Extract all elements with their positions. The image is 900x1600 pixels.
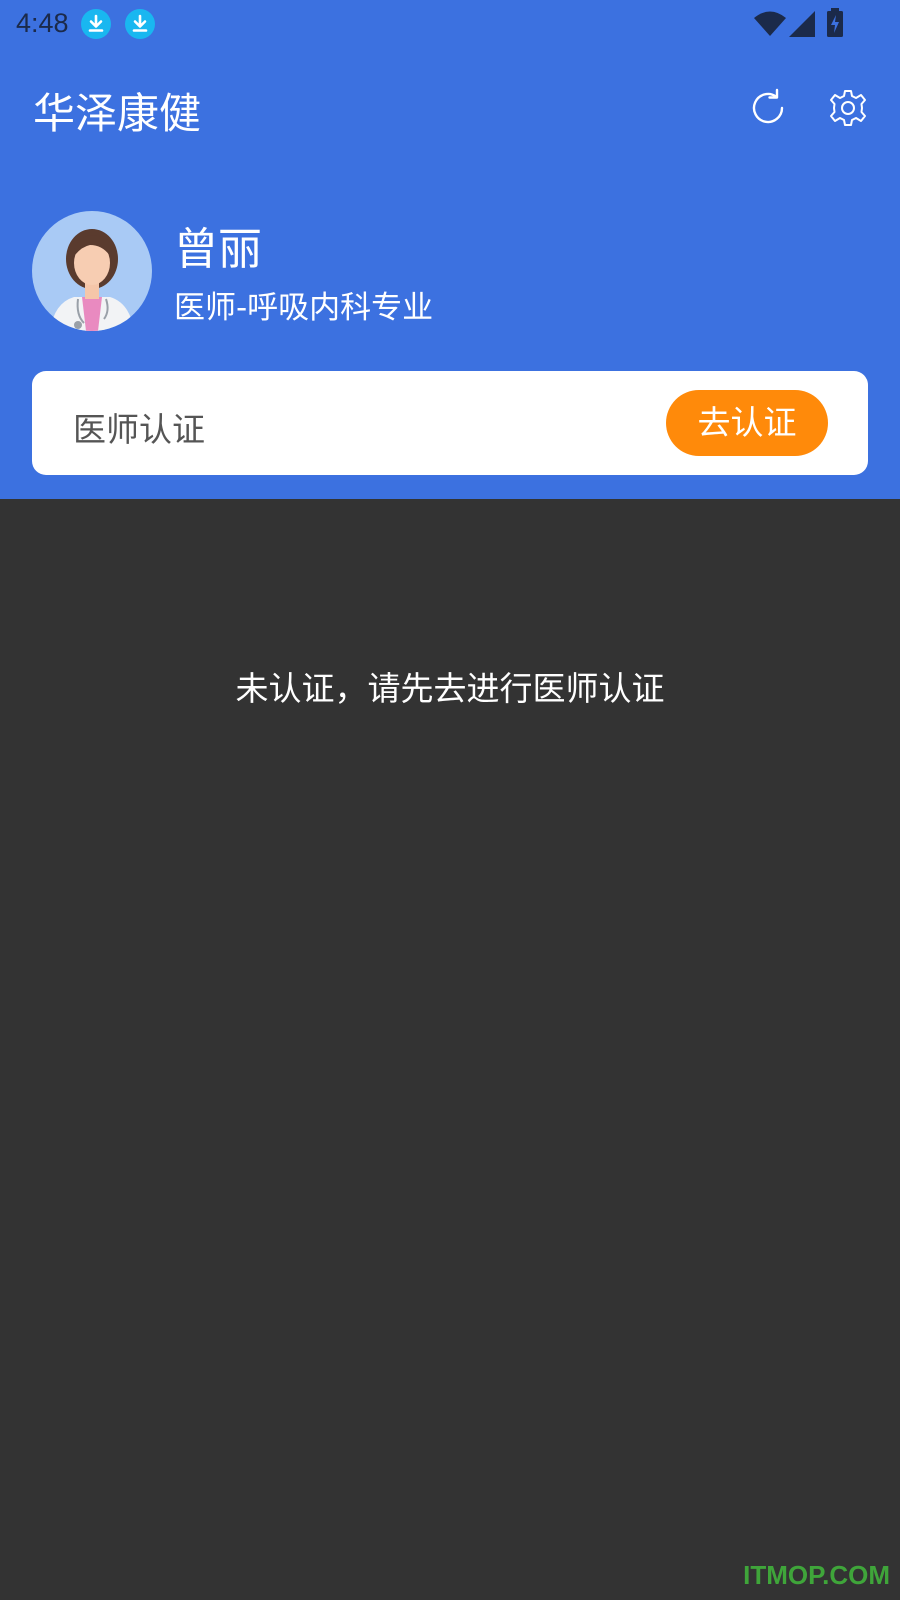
certification-card: 医师认证 去认证 [32,371,868,475]
status-bar: 4:48 [0,0,900,50]
doctor-name: 曾丽 [174,224,262,275]
signal-icon [788,10,816,42]
settings-icon[interactable] [828,88,868,132]
certification-label: 医师认证 [73,410,205,449]
refresh-icon[interactable] [748,88,788,132]
download-icon [81,9,111,39]
doctor-title: 医师-呼吸内科专业 [174,290,434,326]
battery-charging-icon [826,8,844,42]
wifi-icon [754,10,786,42]
status-time: 4:48 [16,8,69,38]
download-icon [125,9,155,39]
go-certify-button[interactable]: 去认证 [666,390,828,456]
avatar [32,211,152,331]
uncertified-message: 未认证，请先去进行医师认证 [235,669,665,708]
app-title: 华泽康健 [33,89,202,138]
watermark-logo: ITMOP.COM [743,1560,890,1590]
